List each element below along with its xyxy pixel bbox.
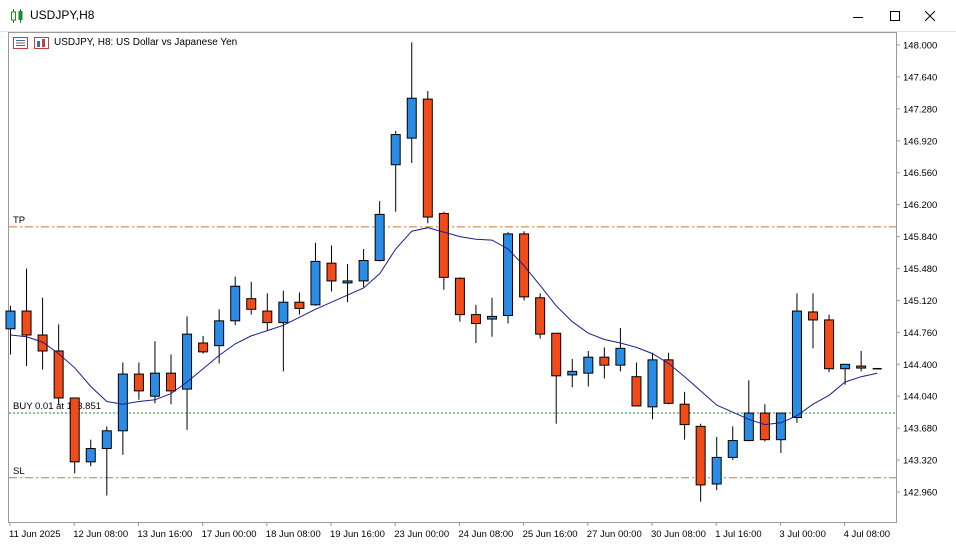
bullish-candle [230,285,241,322]
y-axis-label: 146.200 [903,200,937,211]
y-axis-label: 144.040 [903,392,937,403]
y-axis-label: 143.680 [903,424,937,435]
indicator-list-icon [13,37,28,49]
trade-level-label: BUY 0.01 at 143.851 [13,401,101,412]
y-axis-label: 145.120 [903,296,937,307]
bullish-candle [278,301,289,324]
bullish-candle [487,315,497,320]
bullish-candle [743,412,754,442]
bearish-candle [695,425,706,486]
bearish-candle [21,310,32,336]
bearish-candle [326,262,337,282]
x-axis-label: 11 Jun 2025 [9,529,61,540]
bullish-candle [358,260,369,282]
bullish-candle [85,448,96,463]
bullish-candle [647,359,658,408]
bullish-candle [310,260,321,306]
y-axis-label: 145.480 [903,264,937,275]
x-axis-label: 27 Jun 00:00 [587,529,642,540]
bullish-candle [775,412,786,441]
bullish-candle [503,233,514,317]
x-axis-label: 18 Jun 08:00 [266,529,321,540]
x-axis-label: 17 Jun 00:00 [202,529,257,540]
bearish-candle [438,213,449,278]
bearish-candle [808,311,818,321]
y-axis-label: 143.320 [903,456,937,467]
x-axis-label: 19 Jun 16:00 [330,529,385,540]
bullish-candle [583,356,594,374]
bearish-candle [69,397,80,463]
bullish-candle [182,333,193,390]
x-axis-label: 30 Jun 08:00 [651,529,706,540]
y-axis-label: 144.400 [903,360,937,371]
bearish-candle [470,314,481,324]
bullish-candle [5,310,16,330]
candlestick-chart[interactable]: 148.000 147.640 147.280 146.920 146.560 146.2… [0,0,956,551]
trade-level-label: TP [13,215,25,226]
bullish-candle [390,134,401,166]
y-axis-label: 145.840 [903,232,937,243]
bearish-candle [422,98,433,218]
trade-level-label: SL [13,466,25,477]
x-axis-label: 12 Jun 08:00 [73,529,128,540]
bearish-candle [53,350,64,399]
x-axis-label: 3 Jul 00:00 [779,529,825,540]
bullish-candle [406,97,417,139]
bearish-candle [133,373,144,392]
bearish-candle [294,301,305,309]
bullish-candle [149,372,160,397]
bullish-candle [615,347,626,366]
bearish-candle [246,298,257,310]
y-axis-label: 148.000 [903,41,937,52]
chart-bars-icon [34,37,49,49]
bullish-candle [342,280,353,284]
bearish-candle [454,277,465,316]
bearish-candle [599,356,610,366]
y-axis-label: 146.920 [903,136,937,147]
bullish-candle [101,430,112,450]
bullish-candle [214,320,225,347]
bullish-candle [727,440,738,458]
bearish-candle [551,332,562,377]
bearish-candle [856,365,867,369]
x-axis-label: 24 Jun 08:00 [458,529,513,540]
x-axis-label: 25 Jun 16:00 [523,529,578,540]
bullish-candle [374,213,385,262]
bearish-candle [262,310,273,324]
y-axis-label: 147.640 [903,72,937,83]
chart-symbol-description: USDJPY, H8: US Dollar vs Japanese Yen [54,37,238,48]
x-axis-label: 23 Jun 00:00 [394,529,449,540]
bearish-candle [759,412,770,441]
bullish-candle [711,456,722,485]
bearish-candle [679,403,690,426]
bearish-candle [37,334,48,352]
x-axis-label: 4 Jul 08:00 [844,529,890,540]
bullish-candle [791,310,802,419]
y-axis-label: 142.960 [903,488,937,499]
bearish-candle [535,297,546,335]
bullish-candle [567,370,578,376]
chart-legend-icons [13,37,49,49]
bearish-candle [198,342,209,353]
bearish-candle [631,376,642,407]
y-axis-label: 144.760 [903,328,937,339]
bearish-candle [166,372,176,392]
bearish-candle [824,319,835,370]
x-axis-label: 13 Jun 16:00 [137,529,192,540]
bullish-candle [117,373,128,432]
y-axis-label: 147.280 [903,104,937,115]
y-axis-label: 146.560 [903,168,937,179]
bullish-candle [840,363,851,370]
x-axis-label: 1 Jul 16:00 [715,529,761,540]
